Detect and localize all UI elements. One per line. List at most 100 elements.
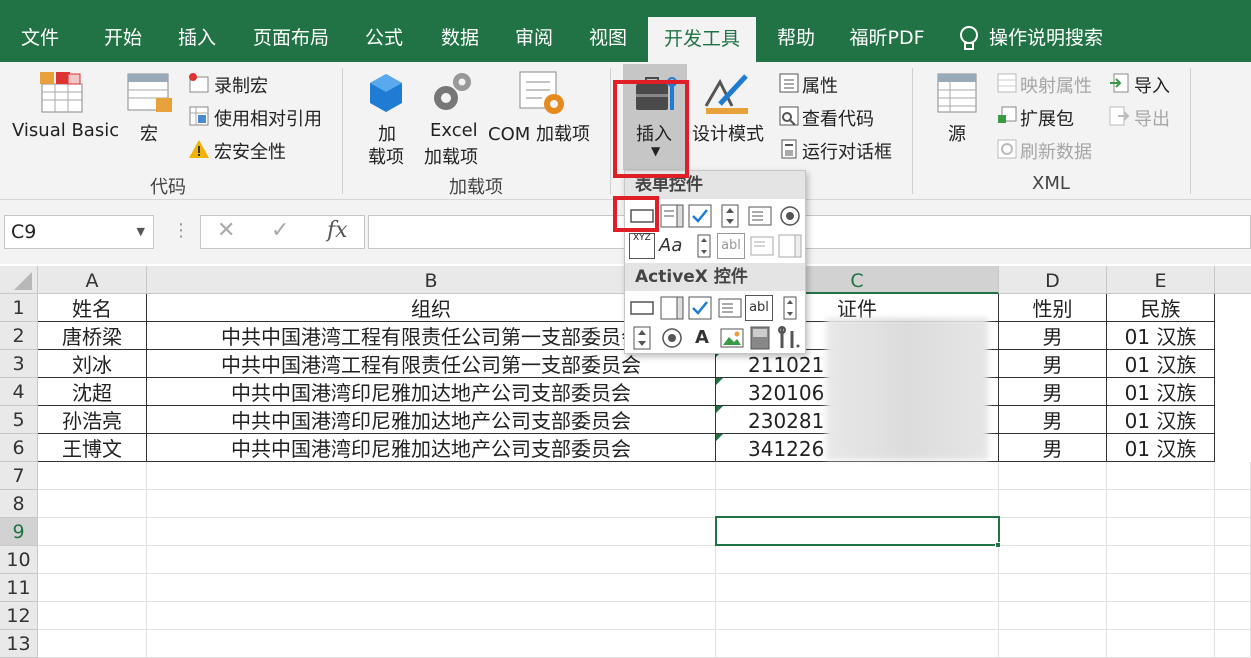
column-header-d[interactable]: D [999, 266, 1107, 294]
row-header-1[interactable]: 1 [0, 294, 38, 322]
table-cell-e[interactable]: 01 汉族 [1107, 322, 1215, 350]
more-controls-icon[interactable] [777, 325, 803, 351]
empty-cell[interactable] [1215, 574, 1251, 602]
empty-cell[interactable] [1107, 546, 1215, 574]
empty-cell[interactable] [147, 490, 716, 518]
header-cell-a[interactable]: 姓名 [38, 294, 147, 322]
empty-cell[interactable] [38, 574, 147, 602]
row-header-10[interactable]: 10 [0, 546, 38, 574]
drag-handle-icon[interactable]: ⋮ [172, 220, 190, 241]
activex-text-box-icon[interactable]: abl [745, 295, 773, 321]
table-cell-b[interactable]: 中共中国港湾工程有限责任公司第一支部委员会 [147, 350, 716, 378]
empty-cell[interactable] [999, 518, 1107, 546]
column-header-f[interactable] [1215, 266, 1251, 294]
properties-button[interactable]: 属性 [802, 72, 838, 98]
tab-page-layout[interactable]: 页面布局 [244, 16, 338, 62]
empty-cell[interactable] [716, 462, 999, 490]
column-header-e[interactable]: E [1107, 266, 1215, 294]
table-cell-e[interactable]: 01 汉族 [1107, 406, 1215, 434]
tab-developer[interactable]: 开发工具 [648, 17, 756, 62]
spin-button-icon[interactable] [717, 203, 743, 229]
excel-addins-gear-icon[interactable] [430, 70, 474, 118]
option-button-icon[interactable] [777, 203, 803, 229]
table-cell-a[interactable]: 孙浩亮 [38, 406, 147, 434]
empty-cell[interactable] [999, 602, 1107, 630]
empty-cell[interactable] [147, 602, 716, 630]
activex-spin-button-icon[interactable] [629, 325, 655, 351]
activex-image-icon[interactable] [719, 325, 745, 351]
formula-input[interactable] [368, 215, 1251, 249]
visual-basic-icon[interactable] [38, 70, 86, 118]
chevron-down-icon[interactable]: ▼ [137, 216, 145, 248]
table-cell-a[interactable]: 刘冰 [38, 350, 147, 378]
warning-icon[interactable] [188, 138, 210, 164]
import-icon[interactable] [1108, 72, 1130, 98]
view-code-button[interactable]: 查看代码 [802, 105, 874, 131]
empty-cell[interactable] [1107, 630, 1215, 658]
empty-cell[interactable] [999, 630, 1107, 658]
header-cell-e[interactable]: 民族 [1107, 294, 1215, 322]
tab-review[interactable]: 审阅 [504, 16, 564, 62]
insert-function-button[interactable]: fx [327, 218, 348, 243]
empty-cell[interactable] [1215, 518, 1251, 546]
relative-reference-button[interactable]: 使用相对引用 [214, 105, 322, 131]
row-header-12[interactable]: 12 [0, 602, 38, 630]
addins-label-line2[interactable]: 载项 [368, 143, 404, 169]
empty-cell[interactable] [38, 630, 147, 658]
empty-cell[interactable] [38, 602, 147, 630]
empty-cell[interactable] [1215, 462, 1251, 490]
row-header-11[interactable]: 11 [0, 574, 38, 602]
tab-data[interactable]: 数据 [430, 16, 490, 62]
empty-cell[interactable] [1215, 602, 1251, 630]
combo-box-icon[interactable] [659, 203, 685, 229]
list-box-icon[interactable] [747, 203, 773, 229]
tab-insert[interactable]: 插入 [166, 16, 228, 62]
row-header-7[interactable]: 7 [0, 462, 38, 490]
empty-cell[interactable] [1215, 546, 1251, 574]
table-cell-d[interactable]: 男 [999, 406, 1107, 434]
table-cell-d[interactable]: 男 [999, 434, 1107, 462]
cancel-icon[interactable]: ✕ [217, 218, 235, 243]
design-mode-icon[interactable] [702, 70, 752, 120]
empty-cell[interactable] [1215, 630, 1251, 658]
table-cell-e[interactable]: 01 汉族 [1107, 434, 1215, 462]
activex-list-box-icon[interactable] [717, 295, 743, 321]
design-mode-button[interactable]: 设计模式 [692, 120, 764, 146]
name-box[interactable]: C9 ▼ [4, 215, 154, 249]
empty-cell[interactable] [38, 462, 147, 490]
lightbulb-icon[interactable] [954, 16, 984, 62]
table-cell-a[interactable]: 唐桥梁 [38, 322, 147, 350]
tab-foxit-pdf[interactable]: 福昕PDF [842, 16, 932, 62]
excel-addins-line2[interactable]: 加载项 [424, 143, 478, 169]
activex-combo-box-icon[interactable] [659, 295, 685, 321]
empty-cell[interactable] [1107, 518, 1215, 546]
confirm-icon[interactable]: ✓ [271, 218, 289, 243]
row-header-2[interactable]: 2 [0, 322, 38, 350]
xml-source-icon[interactable] [936, 72, 978, 118]
activex-toggle-button-icon[interactable] [747, 325, 773, 351]
tab-help[interactable]: 帮助 [766, 16, 826, 62]
table-cell-e[interactable]: 01 汉族 [1107, 350, 1215, 378]
scroll-bar-icon[interactable] [691, 233, 717, 259]
row-header-5[interactable]: 5 [0, 406, 38, 434]
tab-view[interactable]: 视图 [578, 16, 638, 62]
empty-cell[interactable] [999, 490, 1107, 518]
header-cell-d[interactable]: 性别 [999, 294, 1107, 322]
empty-cell[interactable] [147, 546, 716, 574]
table-cell-d[interactable]: 男 [999, 378, 1107, 406]
record-macro-icon[interactable] [188, 72, 210, 98]
empty-cell[interactable] [716, 546, 999, 574]
macro-security-button[interactable]: 宏安全性 [214, 138, 286, 164]
empty-cell[interactable] [716, 602, 999, 630]
empty-cell[interactable] [716, 630, 999, 658]
run-dialog-icon[interactable] [778, 138, 800, 164]
empty-cell[interactable] [716, 574, 999, 602]
row-header-6[interactable]: 6 [0, 434, 38, 462]
empty-cell[interactable] [999, 546, 1107, 574]
empty-cell[interactable] [999, 462, 1107, 490]
record-macro-button[interactable]: 录制宏 [214, 72, 268, 98]
table-cell-b[interactable]: 中共中国港湾印尼雅加达地产公司支部委员会 [147, 406, 716, 434]
table-cell-e[interactable]: 01 汉族 [1107, 378, 1215, 406]
table-cell-a[interactable]: 王博文 [38, 434, 147, 462]
empty-cell[interactable] [1107, 602, 1215, 630]
